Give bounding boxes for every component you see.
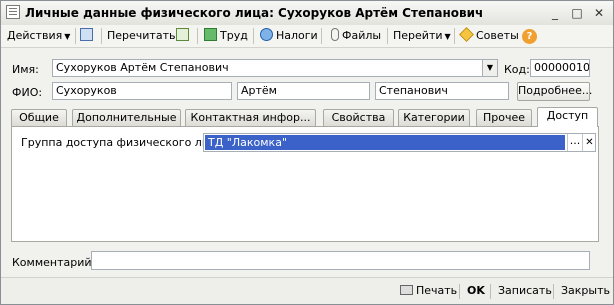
toolbar: Действия ▼ Перечитать Труд Налоги Файлы П… — [1, 25, 613, 48]
taxes-icon — [260, 28, 273, 41]
surname-value: Сухоруков — [56, 84, 117, 97]
access-group-field[interactable]: ТД "Лакомка" ... ✕ — [203, 133, 596, 152]
goto-menu[interactable]: Перейти ▼ — [393, 27, 451, 45]
window-title: Личные данные физического лица: Сухоруко… — [25, 6, 484, 20]
exit-button[interactable] — [80, 27, 96, 45]
tab-other[interactable]: Прочее — [476, 109, 532, 126]
close-window-button[interactable]: ✕ — [589, 4, 609, 22]
bottom-separator — [459, 284, 460, 299]
tab-general[interactable]: Общие — [11, 109, 67, 126]
comment-label: Комментарий: — [12, 256, 96, 269]
labor-label: Труд — [220, 29, 248, 42]
first-name-value: Артём — [241, 84, 277, 97]
form-icon — [6, 5, 20, 19]
files-button[interactable]: Файлы — [331, 27, 381, 45]
toolbar-separator — [454, 28, 455, 44]
files-label: Файлы — [342, 29, 382, 42]
code-value: 000000104 — [534, 61, 590, 74]
name-field[interactable]: Сухоруков Артём Степанович — [52, 59, 498, 77]
fio-label: ФИО: — [12, 86, 43, 99]
print-button[interactable]: Печать — [400, 284, 457, 298]
ok-button[interactable]: OK — [467, 284, 485, 298]
chevron-down-icon: ▼ — [64, 32, 71, 41]
chevron-down-icon: ▼ — [444, 32, 451, 41]
taxes-button[interactable]: Налоги — [260, 27, 318, 45]
name-value: Сухоруков Артём Степанович — [56, 61, 229, 74]
name-dropdown-button[interactable]: ▼ — [482, 59, 498, 77]
tab-categories[interactable]: Категории — [398, 109, 470, 126]
patronymic-field[interactable]: Степанович — [375, 82, 509, 100]
taxes-label: Налоги — [276, 29, 318, 42]
bottom-separator — [553, 284, 554, 299]
name-label: Имя: — [12, 63, 39, 76]
patronymic-value: Степанович — [379, 84, 448, 97]
maximize-button[interactable]: □ — [567, 4, 587, 22]
tab-additional[interactable]: Дополнительные — [72, 109, 181, 126]
comment-field[interactable] — [91, 251, 590, 270]
code-label: Код: — [504, 63, 530, 76]
access-group-value: ТД "Лакомка" — [205, 135, 565, 150]
select-ellipsis-button[interactable]: ... — [567, 134, 582, 151]
copy-icon — [176, 28, 189, 41]
minimize-button[interactable]: _ — [545, 4, 565, 22]
paperclip-icon — [331, 28, 339, 41]
access-group-label: Группа доступа физического лица: — [21, 136, 227, 149]
help-icon: ? — [522, 29, 537, 44]
code-field[interactable]: 000000104 — [530, 59, 590, 77]
tab-contact-info[interactable]: Контактная инфор... — [185, 109, 316, 126]
surname-field[interactable]: Сухоруков — [52, 82, 232, 100]
tips-button[interactable]: Советы — [459, 27, 519, 45]
first-name-field[interactable]: Артём — [237, 82, 370, 100]
toolbar-separator — [75, 28, 76, 44]
printer-icon — [400, 285, 413, 295]
actions-label: Действия — [7, 29, 63, 42]
clear-icon[interactable]: ✕ — [582, 134, 595, 151]
copy-button[interactable] — [176, 27, 192, 45]
reread-button[interactable]: Перечитать — [107, 27, 175, 45]
chevron-down-icon: ▼ — [486, 63, 494, 72]
bottom-bar: Печать OK Записать Закрыть — [1, 277, 613, 304]
toolbar-separator — [387, 28, 388, 44]
tips-label: Советы — [476, 29, 519, 42]
form-window: Личные данные физического лица: Сухоруко… — [0, 0, 614, 305]
tab-access[interactable]: Доступ — [537, 107, 598, 127]
toolbar-separator — [253, 28, 254, 44]
tips-icon — [459, 27, 474, 42]
exit-icon — [80, 28, 93, 41]
labor-button[interactable]: Труд — [204, 27, 248, 45]
access-tab-panel: Группа доступа физического лица: ТД "Лак… — [11, 126, 599, 242]
toolbar-separator — [321, 28, 322, 44]
labor-icon — [204, 28, 217, 41]
toolbar-separator — [197, 28, 198, 44]
tab-properties[interactable]: Свойства — [323, 109, 394, 126]
help-button[interactable]: ? — [522, 27, 537, 45]
more-button[interactable]: Подробнее... — [517, 82, 592, 101]
title-bar: Личные данные физического лица: Сухоруко… — [1, 1, 613, 26]
bottom-separator — [490, 284, 491, 299]
save-button[interactable]: Записать — [498, 284, 552, 298]
actions-menu[interactable]: Действия ▼ — [7, 27, 70, 45]
close-button[interactable]: Закрыть — [561, 284, 610, 298]
goto-label: Перейти — [393, 29, 443, 42]
toolbar-separator — [101, 28, 102, 44]
print-label: Печать — [416, 284, 458, 297]
